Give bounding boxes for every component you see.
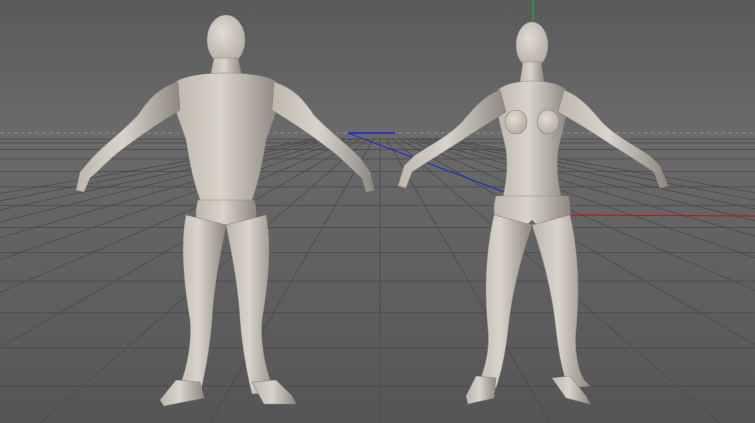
sky-background bbox=[0, 0, 755, 138]
female-torso bbox=[496, 80, 568, 201]
female-chest-right bbox=[536, 109, 560, 135]
floor-plane bbox=[0, 138, 755, 423]
3d-viewport[interactable] bbox=[0, 0, 755, 423]
female-head bbox=[515, 21, 549, 69]
female-neck bbox=[519, 61, 545, 83]
female-chest-left bbox=[504, 109, 528, 135]
male-head bbox=[206, 14, 246, 66]
viewport-canvas[interactable] bbox=[0, 0, 755, 423]
